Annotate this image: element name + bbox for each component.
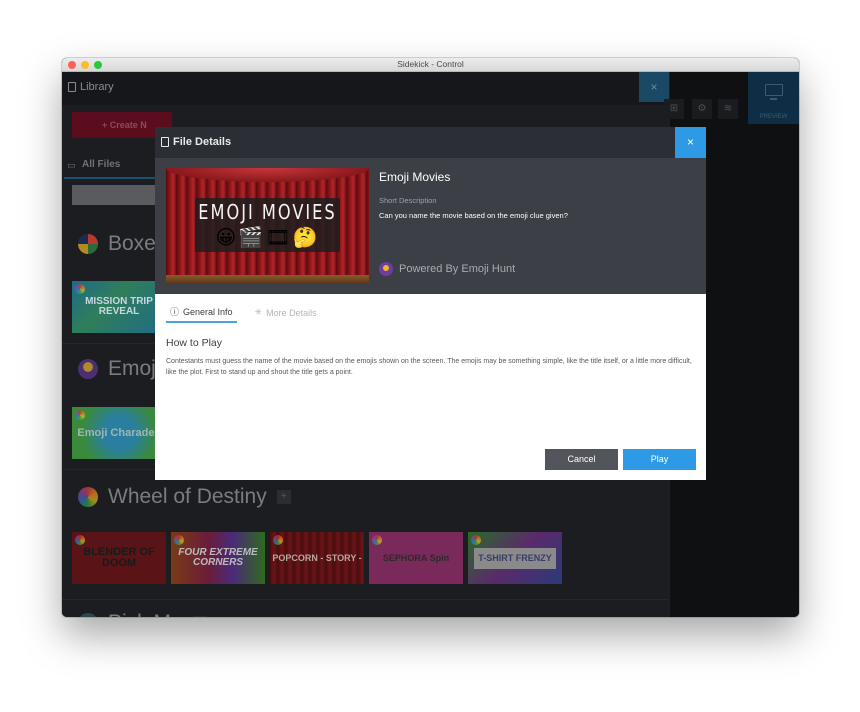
tab-label: General Info	[183, 306, 233, 317]
thumbnail-title: Emoji Charades	[77, 426, 161, 439]
wheel-icon	[78, 487, 98, 507]
emoji-hunt-icon	[78, 359, 98, 379]
search-input[interactable]	[72, 185, 162, 205]
thumbnail-title: MISSION TRIP REVEAL	[85, 296, 153, 317]
modal-hero: EMOJI MOVIES 😀🎬🎞🤔 Emoji Movies Short Des…	[155, 158, 706, 294]
game-name: Emoji Movies	[379, 170, 451, 184]
how-to-play-heading: How to Play	[166, 337, 223, 349]
game-cover-image: EMOJI MOVIES 😀🎬🎞🤔	[166, 168, 369, 283]
category-badge-icon	[75, 410, 85, 420]
book-icon	[68, 82, 76, 92]
category-badge-icon	[372, 535, 382, 545]
file-thumbnail[interactable]: T-SHIRT FRENZY	[468, 532, 562, 584]
modal-close-button[interactable]: ×	[675, 127, 706, 158]
how-to-play-text: Contestants must guess the name of the m…	[166, 358, 692, 376]
file-thumbnail[interactable]: SEPHORA Spin	[369, 532, 463, 584]
modal-title-text: File Details	[173, 136, 232, 148]
category-badge-icon	[174, 535, 184, 545]
file-thumbnail[interactable]: Emoji Charades	[72, 407, 166, 459]
short-description-label: Short Description	[379, 196, 437, 205]
modal-tabs: ⓘ General Info ✳ More Details	[166, 305, 321, 323]
category-label: Pick Me	[108, 611, 183, 617]
file-thumbnail[interactable]: POPCORN - STORY -	[270, 532, 364, 584]
cover-emojis: 😀🎬🎞🤔	[215, 227, 320, 249]
monitor-icon	[765, 84, 783, 100]
powered-by-text: Powered By Emoji Hunt	[399, 263, 516, 275]
pick-me-icon	[78, 613, 98, 617]
stage-floor	[166, 275, 369, 283]
category-badge-icon	[75, 284, 85, 294]
file-icon	[161, 137, 169, 147]
wifi-icon[interactable]: ≋	[718, 99, 738, 119]
modal-header: File Details ×	[155, 127, 706, 158]
category-label: Emoj	[108, 357, 156, 380]
file-details-modal: File Details × EMOJI MOVIES 😀🎬🎞🤔 Emoji M…	[155, 127, 706, 480]
add-file-button[interactable]: +	[192, 616, 207, 617]
category-badge-icon	[471, 535, 481, 545]
file-thumbnail[interactable]: BLENDER OF DOOM	[72, 532, 166, 584]
curtain-top	[166, 168, 369, 182]
cover-title: EMOJI MOVIES	[198, 200, 337, 225]
close-icon: ×	[650, 80, 658, 94]
library-header: Library ×	[62, 72, 669, 105]
boxes-icon	[78, 234, 98, 254]
category-header-boxes: Boxe	[78, 232, 156, 256]
play-button[interactable]: Play	[623, 449, 696, 470]
library-title-text: Library	[80, 81, 114, 93]
thumbnail-title: SEPHORA Spin	[382, 552, 450, 563]
short-description: Can you name the movie based on the emoj…	[379, 211, 568, 220]
title-board: EMOJI MOVIES 😀🎬🎞🤔	[195, 198, 340, 252]
thumbnail-title: T-SHIRT FRENZY	[474, 547, 556, 569]
category-header-pick-me: Pick Me +	[78, 611, 207, 617]
tab-all-files-label: All Files	[82, 159, 121, 170]
modal-title: File Details	[161, 136, 231, 148]
app-window: Sidekick - Control Library × ⊞ ⚙ ≋ PREVI…	[62, 58, 799, 617]
preview-label: PREVIEW	[759, 114, 788, 120]
preview-button[interactable]: PREVIEW	[748, 72, 799, 124]
gear-icon[interactable]: ⚙	[692, 99, 712, 119]
add-file-button[interactable]: +	[276, 490, 291, 504]
file-thumbnail[interactable]: FOUR EXTREME CORNERS	[171, 532, 265, 584]
app-content: Library × ⊞ ⚙ ≋ PREVIEW + Create N ▭ All…	[62, 72, 799, 617]
category-header-wheel-of-destiny: Wheel of Destiny +	[78, 485, 291, 509]
cancel-button[interactable]: Cancel	[545, 449, 618, 470]
category-label: Wheel of Destiny	[108, 485, 267, 508]
info-icon: ⓘ	[170, 307, 180, 317]
powered-by: Powered By Emoji Hunt	[379, 262, 515, 276]
library-close-button[interactable]: ×	[639, 72, 669, 102]
emoji-hunt-logo-icon	[379, 262, 393, 276]
library-title: Library	[68, 81, 114, 93]
tab-all-files[interactable]: ▭ All Files	[64, 159, 160, 179]
tab-more-details[interactable]: ✳ More Details	[251, 305, 321, 323]
file-thumbnail[interactable]: MISSION TRIP REVEAL	[72, 281, 166, 333]
title-bar: Sidekick - Control	[62, 58, 799, 72]
tab-general-info[interactable]: ⓘ General Info	[166, 305, 237, 323]
thumbnail-title: POPCORN - STORY -	[272, 552, 362, 563]
divider	[62, 599, 668, 600]
category-header-emoji: Emoj	[78, 357, 156, 381]
folder-icon: ▭	[67, 160, 76, 170]
tab-label: More Details	[266, 307, 317, 318]
close-icon: ×	[686, 135, 694, 149]
window-title: Sidekick - Control	[397, 59, 464, 69]
category-badge-icon	[75, 535, 85, 545]
thumbnail-title: FOUR EXTREME CORNERS	[178, 547, 258, 568]
category-label: Boxe	[108, 232, 156, 255]
category-badge-icon	[273, 535, 283, 545]
asterisk-icon: ✳	[254, 307, 263, 317]
thumbnail-title: BLENDER OF DOOM	[83, 546, 155, 569]
